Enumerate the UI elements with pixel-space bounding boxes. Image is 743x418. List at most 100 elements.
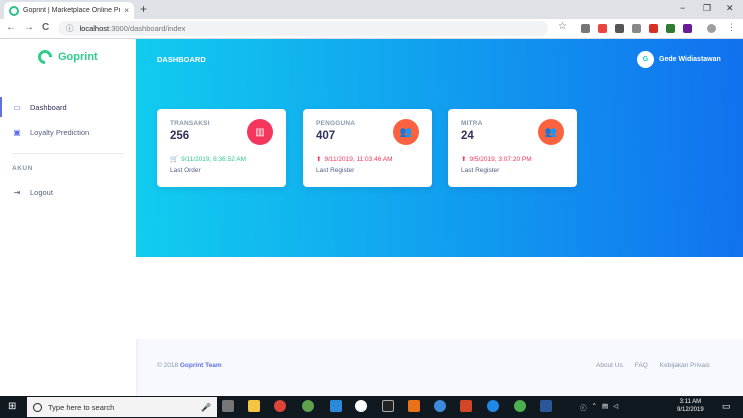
- brand-name: Goprint: [58, 51, 98, 63]
- footer-links: About Us FAQ Kebijakan Privasi: [596, 362, 710, 369]
- sidebar: [0, 39, 136, 396]
- sidebar-item-dashboard[interactable]: ▭ Dashboard: [0, 97, 136, 117]
- bag-icon: ▣: [13, 127, 21, 137]
- taskbar-clock[interactable]: 3:11 AM 9/12/2019: [677, 398, 704, 414]
- notification-icon[interactable]: ▭: [722, 401, 731, 412]
- taskbar-search[interactable]: Type here to search 🎤: [27, 397, 217, 417]
- card-subtitle: Last Register: [316, 167, 355, 174]
- reload-button[interactable]: C: [42, 22, 49, 33]
- extension-icon[interactable]: [683, 24, 692, 33]
- extension-icon[interactable]: [632, 24, 641, 33]
- task-view-icon[interactable]: [222, 400, 234, 412]
- card-title: TRANSAKSI: [170, 120, 210, 127]
- sidebar-item-label: Dashboard: [30, 102, 67, 112]
- word-icon[interactable]: [540, 400, 552, 412]
- app-icon[interactable]: [408, 400, 420, 412]
- user-name: Gede Widiastawan: [659, 56, 721, 63]
- sidebar-section-heading: AKUN: [12, 165, 33, 172]
- logout-icon: ⇥: [13, 187, 21, 197]
- minimize-button[interactable]: −: [680, 3, 685, 13]
- network-icon[interactable]: ▤: [602, 402, 608, 412]
- card-subtitle: Last Register: [461, 167, 500, 174]
- search-icon: [33, 402, 42, 412]
- powerpoint-icon[interactable]: [460, 400, 472, 412]
- people-icon[interactable]: ⓡ: [580, 402, 587, 412]
- goprint-logo-icon: [35, 47, 55, 67]
- back-button[interactable]: ←: [6, 22, 16, 33]
- users-icon: 👥: [393, 119, 419, 145]
- card-value: 24: [461, 130, 474, 142]
- sidebar-item-loyalty-prediction[interactable]: ▣ Loyalty Prediction: [0, 122, 136, 142]
- card-title: PENGGUNA: [316, 120, 356, 127]
- card-stat-value: 9/5/2019, 3:07:20 PM: [469, 155, 532, 163]
- terminal-icon[interactable]: [382, 400, 394, 412]
- info-icon: ⓘ: [66, 24, 74, 33]
- app-icon[interactable]: [434, 400, 446, 412]
- clock-date: 9/12/2019: [677, 407, 704, 413]
- windows-start-icon[interactable]: ⊞: [8, 401, 16, 412]
- app-icon[interactable]: [514, 400, 526, 412]
- extension-icon[interactable]: [666, 24, 675, 33]
- stat-card-pengguna: PENGGUNA 407 👥 ⬆ 9/11/2019, 11:03:46 AM …: [303, 109, 432, 187]
- extension-icon[interactable]: [581, 24, 590, 33]
- card-stat: ⬆ 9/11/2019, 11:03:46 AM: [316, 155, 393, 164]
- footer-copyright: © 2018 Goprint Team: [157, 362, 222, 369]
- chrome-icon[interactable]: [274, 400, 286, 412]
- card-stat: 🛒 9/11/2019, 8:36:52 AM: [170, 155, 247, 164]
- user-menu[interactable]: G Gede Widiastawan: [637, 51, 721, 68]
- brand-logo[interactable]: Goprint: [35, 47, 98, 67]
- page-title: DASHBOARD: [157, 55, 206, 64]
- volume-icon[interactable]: ◁: [613, 402, 618, 412]
- browser-tab[interactable]: Goprint | Marketplace Online Pri ×: [4, 2, 134, 19]
- tab-close-icon[interactable]: ×: [124, 6, 129, 15]
- monitor-icon: ▭: [13, 102, 21, 112]
- menu-kebab-icon[interactable]: ⋮: [727, 22, 736, 33]
- footer-link-faq[interactable]: FAQ: [635, 362, 648, 369]
- stat-card-transaksi: TRANSAKSI 256 ▥ 🛒 9/11/2019, 8:36:52 AM …: [157, 109, 286, 187]
- sidebar-divider: [12, 153, 124, 154]
- taskbar-search-placeholder: Type here to search: [48, 402, 115, 412]
- maximize-button[interactable]: ❐: [703, 3, 711, 14]
- sidebar-item-label: Loyalty Prediction: [30, 127, 90, 137]
- stat-card-mitra: MITRA 24 👥 ⬆ 9/5/2019, 3:07:20 PM Last R…: [448, 109, 577, 187]
- goprint-favicon-icon: [9, 5, 19, 16]
- footer-link-about[interactable]: About Us: [596, 362, 623, 369]
- edge-icon[interactable]: [487, 400, 499, 412]
- vscode-icon[interactable]: [330, 400, 342, 412]
- card-value: 407: [316, 130, 336, 142]
- address-bar[interactable]: ⓘ localhost :3000/dashboard/index: [58, 21, 548, 36]
- user-add-icon: ⬆: [461, 156, 467, 163]
- user-add-icon: ⬆: [316, 156, 322, 163]
- card-stat-value: 9/11/2019, 11:03:46 AM: [324, 155, 393, 163]
- microphone-icon[interactable]: 🎤: [201, 403, 211, 412]
- cart-icon: 🛒: [170, 156, 179, 163]
- close-window-button[interactable]: ✕: [726, 3, 734, 14]
- extension-icon[interactable]: [598, 24, 607, 33]
- new-tab-button[interactable]: +: [140, 2, 147, 16]
- bookmark-star-icon[interactable]: ☆: [558, 21, 567, 32]
- copyright-text: © 2018: [157, 362, 179, 369]
- chart-icon: ▥: [247, 119, 273, 145]
- chevron-up-icon[interactable]: ⌃: [592, 402, 597, 412]
- url-path: :3000/dashboard/index: [109, 24, 186, 33]
- sidebar-item-label: Logout: [30, 187, 53, 197]
- tab-title: Goprint | Marketplace Online Pri: [23, 7, 121, 14]
- extension-icon[interactable]: [649, 24, 658, 33]
- users-icon: 👥: [538, 119, 564, 145]
- extension-icon[interactable]: [615, 24, 624, 33]
- app-icon[interactable]: [355, 400, 367, 412]
- card-title: MITRA: [461, 120, 483, 127]
- app-icon[interactable]: [302, 400, 314, 412]
- card-subtitle: Last Order: [170, 167, 201, 174]
- system-tray[interactable]: ⓡ ⌃ ▤ ◁: [580, 402, 618, 412]
- url-host: localhost: [79, 24, 110, 33]
- footer-link-privacy[interactable]: Kebijakan Privasi: [660, 362, 710, 369]
- footer-brand-link[interactable]: Goprint Team: [180, 362, 222, 369]
- file-explorer-icon[interactable]: [248, 400, 260, 412]
- clock-time: 3:11 AM: [679, 399, 702, 405]
- forward-button[interactable]: →: [24, 22, 34, 33]
- card-value: 256: [170, 130, 190, 142]
- profile-icon[interactable]: [707, 24, 716, 33]
- sidebar-item-logout[interactable]: ⇥ Logout: [0, 182, 136, 202]
- card-stat-value: 9/11/2019, 8:36:52 AM: [181, 155, 247, 163]
